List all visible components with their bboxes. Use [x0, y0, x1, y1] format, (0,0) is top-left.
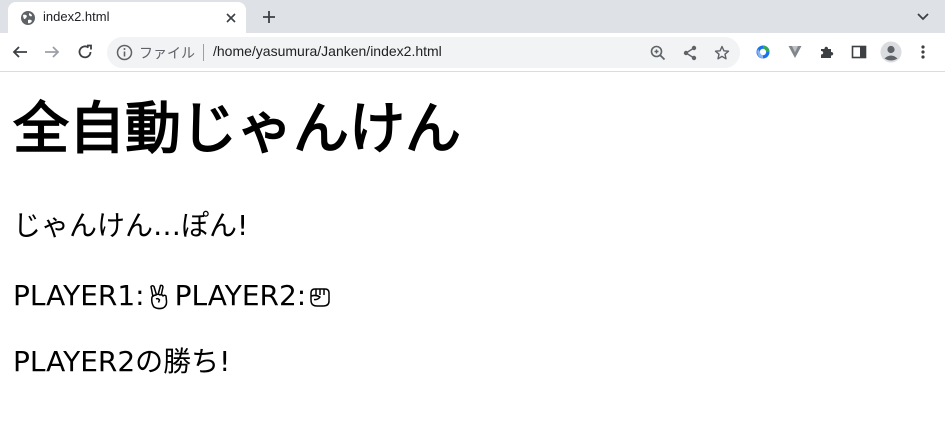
browser-toolbar: ファイル /home/yasumura/Janken/index2.html — [0, 33, 945, 72]
page-content: 全自動じゃんけん じゃんけん…ぽん! PLAYER1: PLAYER2: PLA… — [0, 73, 945, 448]
side-panel-icon[interactable] — [846, 39, 872, 65]
tab-index2[interactable]: index2.html — [8, 2, 246, 33]
page-title: 全自動じゃんけん — [13, 97, 461, 162]
info-circle-icon[interactable] — [116, 44, 133, 61]
fist-hand-icon — [308, 283, 332, 309]
players-hands-line: PLAYER1: PLAYER2: — [13, 278, 336, 314]
file-scheme-chip: ファイル — [139, 45, 195, 61]
more-menu-kebab-icon[interactable] — [910, 39, 936, 65]
forward-arrow-icon[interactable] — [39, 39, 65, 65]
tab-search-chevron-down-icon[interactable] — [912, 6, 934, 28]
peace-hand-icon — [147, 283, 171, 310]
bookmark-star-icon[interactable] — [711, 42, 733, 64]
janken-call-text: じゃんけん…ぽん! — [13, 209, 249, 242]
profile-avatar-icon[interactable] — [878, 39, 904, 65]
omnibox[interactable]: ファイル /home/yasumura/Janken/index2.html — [107, 37, 740, 68]
url-text[interactable]: /home/yasumura/Janken/index2.html — [213, 43, 442, 59]
share-icon[interactable] — [679, 42, 701, 64]
reload-icon[interactable] — [72, 39, 98, 65]
omnibox-divider — [203, 44, 204, 61]
extension-v-shield-icon[interactable] — [782, 39, 808, 65]
tab-strip: index2.html — [0, 0, 945, 33]
extensions-puzzle-icon[interactable] — [814, 39, 840, 65]
new-tab-plus-icon[interactable] — [258, 6, 280, 28]
extension-swirl-icon[interactable] — [750, 39, 776, 65]
tab-close-icon[interactable] — [222, 9, 240, 27]
tab-title: index2.html — [43, 9, 110, 24]
globe-icon — [20, 10, 36, 26]
zoom-icon[interactable] — [647, 42, 669, 64]
back-arrow-icon[interactable] — [7, 39, 33, 65]
result-text: PLAYER2の勝ち! — [13, 345, 231, 378]
player2-label: PLAYER2: — [174, 279, 307, 312]
player1-label: PLAYER1: — [13, 279, 145, 312]
